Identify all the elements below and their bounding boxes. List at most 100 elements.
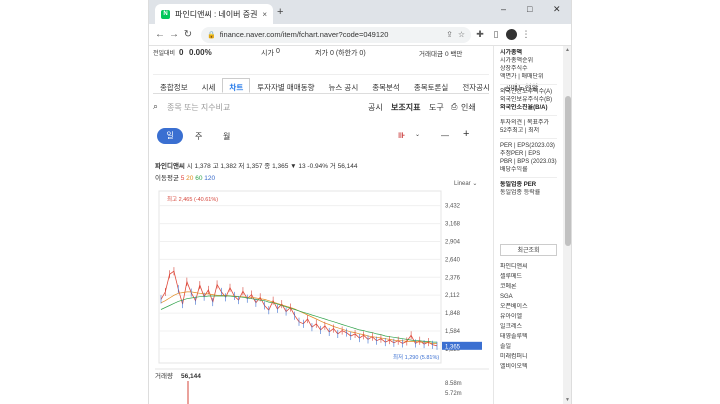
tab-3[interactable]: 투자자별 매매동향 <box>250 78 321 93</box>
chevron-down-icon[interactable]: ⌄ <box>415 131 420 138</box>
y-tick-label: 3,168 <box>445 222 461 228</box>
low-value: 0 (하한가 0) <box>330 50 366 57</box>
est-per-label: 추정PER | EPS <box>500 151 541 157</box>
back-icon[interactable]: ← <box>153 29 167 40</box>
tab-5[interactable]: 종목분석 <box>365 78 407 93</box>
new-tab-button[interactable]: + <box>277 6 283 18</box>
recent-item[interactable]: 태영솔루텍 <box>500 333 557 343</box>
sidebar-divider <box>500 84 557 85</box>
recent-item[interactable]: 파인디앤씨 <box>500 263 557 273</box>
indicator-button[interactable]: 보조지표 <box>391 102 420 113</box>
sidepanel-icon[interactable]: ▯ <box>489 29 503 40</box>
tab-4[interactable]: 뉴스 공시 <box>322 78 366 93</box>
scale-mode-value: Linear <box>454 181 471 187</box>
naver-favicon-icon: N <box>161 9 170 19</box>
tab-2[interactable]: 차트 <box>222 78 251 93</box>
reload-icon[interactable]: ↻ <box>181 29 195 40</box>
sidebar-divider <box>500 138 557 139</box>
foreign-hold-label: 외국인보유주식수(B) <box>500 97 553 103</box>
print-button[interactable]: 인쇄 <box>461 102 476 113</box>
recent-item[interactable]: 오픈베이스 <box>500 303 557 313</box>
scroll-thumb[interactable] <box>565 96 571 246</box>
tab-6[interactable]: 종목토론실 <box>407 78 456 93</box>
share-icon[interactable]: ⇪ <box>446 30 453 39</box>
recent-item[interactable]: 유아이엘 <box>500 313 557 323</box>
low-annotation: 최저 1,290 (5.81%) <box>393 353 439 361</box>
tools-button[interactable]: 도구 <box>429 102 444 113</box>
period-day-button[interactable]: 일 <box>157 128 183 144</box>
tab-7[interactable]: 전자공시 <box>455 78 497 93</box>
tab-1[interactable]: 시세 <box>195 78 223 93</box>
lock-icon: 🔒 <box>207 31 216 39</box>
high-annotation: 최고 2,465 (-40.61%) <box>167 195 218 203</box>
pbr-label: PBR | BPS (2023.03) <box>500 159 557 165</box>
recent-item[interactable]: 셀루메드 <box>500 273 557 283</box>
search-icon: ⌕ <box>153 101 159 111</box>
period-selector: 일 주 월 ⊪ ⌄ — + <box>153 128 489 144</box>
series-line-1 <box>160 291 437 344</box>
quote-line: 파인디앤씨 시 1,378 고 1,382 저 1,357 종 1,365 ▼ … <box>155 160 358 170</box>
page-scrollbar[interactable]: ▲ ▼ <box>563 46 571 404</box>
recent-item[interactable]: 코메론 <box>500 283 557 293</box>
volume-label: 거래량 <box>155 371 173 380</box>
maximize-button[interactable]: □ <box>527 4 532 14</box>
y-tick-label: 2,376 <box>445 275 461 281</box>
open-value: 0 <box>276 48 280 55</box>
address-bar[interactable]: 🔒 finance.naver.com/item/fchart.naver?co… <box>201 26 471 43</box>
recent-item[interactable]: 미래컴퍼니 <box>500 353 557 363</box>
foreign-limit-label: 외국인한도주식수(A) <box>500 89 553 95</box>
minimize-button[interactable]: – <box>501 4 506 14</box>
recent-item[interactable]: SGA <box>500 293 557 303</box>
ma5-label: 5 <box>180 175 185 182</box>
period-month-button[interactable]: 월 <box>223 131 230 142</box>
zoom-out-button[interactable]: — <box>441 131 449 140</box>
browser-window: N 파인디앤씨 : 네이버 증권 × + – □ ✕ ← → ↻ 🔒 finan… <box>148 0 572 404</box>
price-chart-svg: 3,432 3,168 2,904 2,640 2,376 2,112 1,848 1,584… <box>155 190 489 404</box>
change-label: 전일대비 <box>153 51 176 57</box>
scroll-up-icon[interactable]: ▲ <box>565 47 570 53</box>
compare-search-input[interactable]: 종목 또는 지수비교 <box>167 102 230 113</box>
recent-view-button[interactable]: 최근조회 <box>500 244 557 256</box>
ma-label: 이동평균 <box>155 175 179 182</box>
moving-average-legend: 이동평균 5 20 60 120 <box>155 172 215 182</box>
forward-icon[interactable]: → <box>167 29 181 40</box>
recent-item[interactable]: 엘비이오텍 <box>500 363 557 373</box>
recent-item[interactable]: 솔일 <box>500 343 557 353</box>
stock-sidebar: 시가총액 시가총액순위 상장주식수 액면가 | 매매단위 외국인한도주식수(A)… <box>493 46 563 404</box>
y-tick-label: 2,112 <box>445 293 460 299</box>
divider <box>153 74 489 75</box>
print-icon[interactable]: ⎙ <box>451 102 457 112</box>
volume-tick-label: 8.58m <box>445 381 462 387</box>
extensions-icon[interactable]: ✚ <box>473 29 487 40</box>
tab-strip: N 파인디앤씨 : 네이버 증권 × + – □ ✕ <box>149 0 571 24</box>
ma60-label: 60 <box>195 175 203 182</box>
close-window-button[interactable]: ✕ <box>553 4 561 15</box>
market-cap-label: 시가총액 <box>500 50 523 56</box>
zoom-in-button[interactable]: + <box>463 128 469 140</box>
recent-item[interactable]: 일크레스 <box>500 323 557 333</box>
address-row: ← → ↻ 🔒 finance.naver.com/item/fchart.na… <box>149 24 571 46</box>
change-value: 0 <box>179 48 184 57</box>
low-label: 저가 <box>315 50 328 57</box>
scroll-down-icon[interactable]: ▼ <box>565 397 570 403</box>
candle-type-icon[interactable]: ⊪ <box>398 131 405 140</box>
bookmark-star-icon[interactable]: ☆ <box>458 30 465 39</box>
scale-mode-select[interactable]: Linear ⌄ <box>454 180 477 187</box>
sector-rate-label: 동일업종 등락률 <box>500 190 541 196</box>
y-tick-label: 1,848 <box>445 311 461 317</box>
tab-0[interactable]: 종합정보 <box>153 78 195 93</box>
series-line-0 <box>160 270 438 347</box>
sidebar-divider <box>500 177 557 178</box>
change-rate: 0.00% <box>189 48 212 57</box>
profile-avatar[interactable] <box>506 29 517 40</box>
browser-tab[interactable]: N 파인디앤씨 : 네이버 증권 × <box>155 4 273 24</box>
menu-kebab-icon[interactable]: ⋮ <box>519 29 533 40</box>
sidebar-divider <box>500 115 557 116</box>
price-chart[interactable]: 3,432 3,168 2,904 2,640 2,376 2,112 1,848 1,584… <box>155 189 489 404</box>
per-label: PER | EPS(2023.03) <box>500 143 555 149</box>
disclosure-button[interactable]: 공시 <box>368 102 383 113</box>
tab-close-icon[interactable]: × <box>262 10 267 19</box>
period-week-button[interactable]: 주 <box>195 131 202 142</box>
last-price-label: 1,365 <box>445 344 461 350</box>
